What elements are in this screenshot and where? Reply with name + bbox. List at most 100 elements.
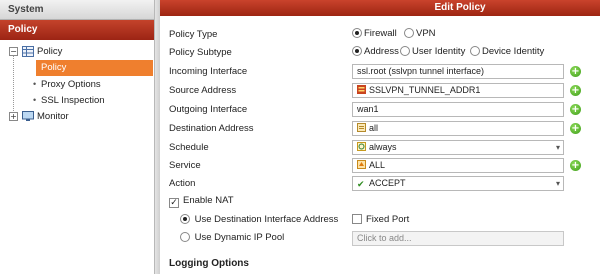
radio-icon	[180, 232, 190, 242]
schedule-value: always	[369, 142, 397, 152]
use-destination-interface-address-label: Use Destination Interface Address	[194, 214, 339, 225]
policy-type-firewall-radio[interactable]: Firewall	[352, 28, 397, 39]
add-outgoing-interface-button[interactable]: +	[570, 104, 581, 115]
expand-icon[interactable]: +	[9, 112, 18, 121]
collapse-icon[interactable]: −	[9, 47, 18, 56]
ip-pool-input[interactable]: Click to add...	[352, 231, 564, 246]
source-address-value: SSLVPN_TUNNEL_ADDR1	[369, 85, 481, 95]
schedule-icon	[357, 142, 366, 151]
ip-pool-placeholder: Click to add...	[357, 233, 412, 243]
policy-type-label: Policy Type	[169, 29, 218, 40]
policy-subtype-row: Policy Subtype Address User Identity Dev…	[160, 44, 600, 62]
destination-address-label: Destination Address	[169, 123, 254, 134]
chevron-down-icon: ▾	[555, 143, 560, 152]
action-label: Action	[169, 178, 196, 189]
radio-icon	[404, 28, 414, 38]
use-destination-interface-address-radio[interactable]: Use Destination Interface Address	[180, 214, 338, 225]
enable-nat-row: ✓ Enable NAT	[160, 193, 600, 211]
incoming-interface-row: Incoming Interface ssl.root (sslvpn tunn…	[160, 63, 600, 81]
schedule-row: Schedule always ▾	[160, 139, 600, 157]
incoming-interface-field[interactable]: ssl.root (sslvpn tunnel interface)	[352, 64, 564, 79]
policy-table-icon	[22, 46, 34, 57]
enable-nat-checkbox[interactable]: ✓ Enable NAT	[169, 195, 234, 208]
source-address-label: Source Address	[169, 85, 237, 96]
policy-type-vpn-radio[interactable]: VPN	[404, 28, 436, 39]
radio-selected-icon	[180, 214, 190, 224]
option-label: User Identity	[412, 46, 466, 57]
source-address-field[interactable]: SSLVPN_TUNNEL_ADDR1	[352, 83, 564, 98]
option-label: VPN	[416, 28, 436, 39]
schedule-select[interactable]: always ▾	[352, 140, 564, 155]
schedule-label: Schedule	[169, 142, 209, 153]
tree-item-label: Proxy Options	[41, 79, 101, 90]
tree-guide-line	[13, 53, 14, 117]
address-icon	[357, 123, 366, 132]
action-value: ACCEPT	[369, 178, 406, 188]
checkbox-icon	[352, 214, 362, 224]
add-destination-address-button[interactable]: +	[570, 123, 581, 134]
left-navigation: System Policy − Policy • Policy • Proxy …	[0, 0, 154, 274]
tree-item-policy[interactable]: • Policy	[33, 60, 153, 76]
tree-item-label: Monitor	[37, 111, 69, 122]
nav-section-system-label: System	[8, 4, 44, 15]
use-dynamic-ip-pool-label: Use Dynamic IP Pool	[194, 232, 285, 243]
outgoing-interface-field[interactable]: wan1	[352, 102, 564, 117]
option-label: Device Identity	[482, 46, 545, 57]
add-source-address-button[interactable]: +	[570, 85, 581, 96]
tree-item-label: Policy	[41, 62, 67, 73]
action-row: Action ✔ ACCEPT ▾	[160, 175, 600, 193]
address-group-icon	[357, 85, 366, 94]
bullet-icon: •	[33, 95, 37, 105]
bullet-icon: •	[33, 79, 37, 89]
add-incoming-interface-button[interactable]: +	[570, 66, 581, 77]
destination-address-row: Destination Address all +	[160, 120, 600, 138]
radio-icon	[470, 46, 480, 56]
nav-section-system[interactable]: System	[0, 0, 154, 20]
tree-item-label: SSL Inspection	[41, 95, 105, 106]
nav-section-policy-label: Policy	[8, 24, 38, 35]
use-dynamic-ip-pool-radio[interactable]: Use Dynamic IP Pool	[180, 232, 284, 243]
incoming-interface-value: ssl.root (sslvpn tunnel interface)	[357, 66, 485, 76]
tree-item-policy-group[interactable]: − Policy	[0, 44, 154, 60]
outgoing-interface-label: Outgoing Interface	[169, 104, 248, 115]
policy-type-row: Policy Type Firewall VPN	[160, 26, 600, 44]
radio-selected-icon	[352, 46, 362, 56]
logging-options-heading: Logging Options	[169, 258, 249, 269]
add-service-button[interactable]: +	[570, 160, 581, 171]
radio-icon	[400, 46, 410, 56]
subtype-user-identity-radio[interactable]: User Identity	[400, 46, 465, 57]
service-value: ALL	[369, 160, 386, 170]
nat-address-row: Use Destination Interface Address Fixed …	[160, 212, 600, 230]
checkbox-checked-icon: ✓	[169, 198, 179, 208]
source-address-row: Source Address SSLVPN_TUNNEL_ADDR1 +	[160, 82, 600, 100]
tree-item-label: Policy	[37, 46, 63, 57]
radio-selected-icon	[352, 28, 362, 38]
fixed-port-checkbox[interactable]: Fixed Port	[352, 214, 409, 225]
policy-subtype-label: Policy Subtype	[169, 47, 232, 58]
option-label: Address	[364, 46, 399, 57]
tree-item-proxy-options[interactable]: • Proxy Options	[33, 77, 153, 93]
chevron-down-icon: ▾	[555, 179, 560, 188]
checkmark-icon: ✔	[357, 180, 365, 190]
destination-address-value: all	[369, 123, 379, 133]
service-row: Service ALL +	[160, 157, 600, 175]
monitor-icon	[22, 111, 34, 121]
bullet-icon: •	[33, 62, 37, 72]
tree-item-monitor[interactable]: + Monitor	[0, 109, 154, 125]
outgoing-interface-row: Outgoing Interface wan1 +	[160, 101, 600, 119]
service-label: Service	[169, 160, 201, 171]
dynamic-ip-pool-row: Use Dynamic IP Pool Click to add...	[160, 230, 600, 248]
service-field[interactable]: ALL	[352, 158, 564, 173]
tree-item-ssl-inspection[interactable]: • SSL Inspection	[33, 93, 153, 109]
panel-header: Edit Policy	[160, 0, 600, 16]
subtype-device-identity-radio[interactable]: Device Identity	[470, 46, 544, 57]
destination-address-field[interactable]: all	[352, 121, 564, 136]
outgoing-interface-value: wan1	[357, 104, 379, 114]
subtype-address-radio[interactable]: Address	[352, 46, 399, 57]
action-select[interactable]: ✔ ACCEPT ▾	[352, 176, 564, 191]
edit-policy-panel: Edit Policy Policy Type Firewall VPN Pol…	[160, 0, 600, 274]
enable-nat-label: Enable NAT	[183, 195, 234, 206]
page-title: Edit Policy	[434, 2, 486, 13]
service-icon	[357, 160, 366, 169]
nav-section-policy[interactable]: Policy	[0, 20, 154, 40]
